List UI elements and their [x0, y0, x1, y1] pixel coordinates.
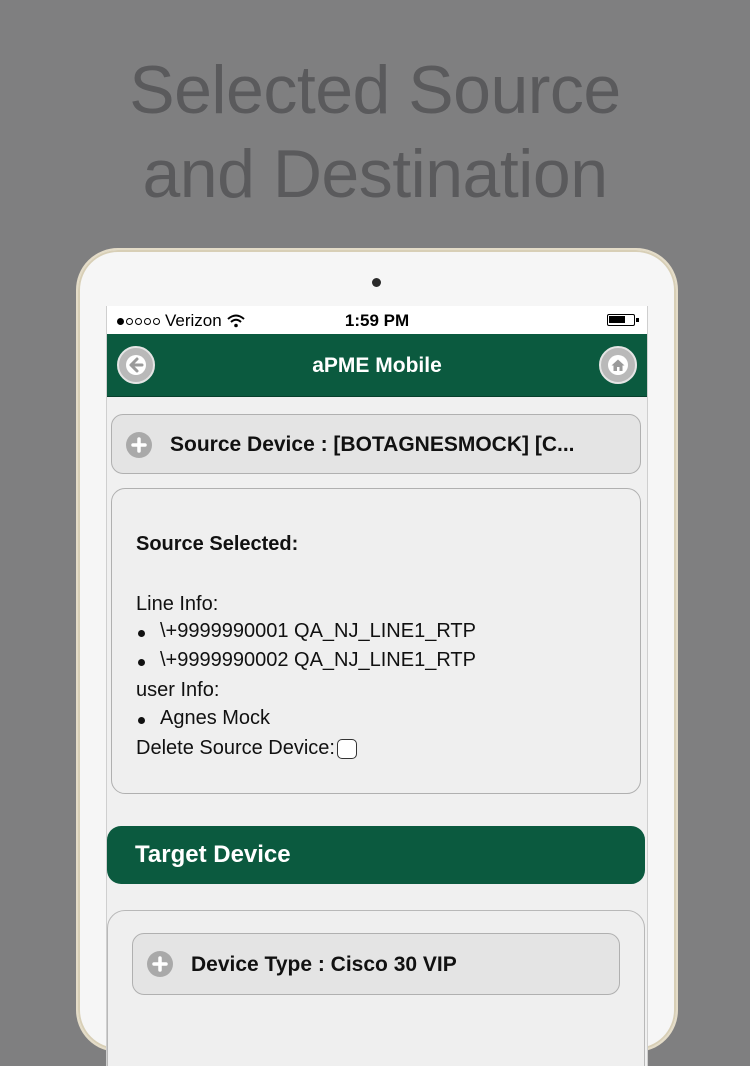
app-header: aPME Mobile [107, 334, 647, 397]
expand-plus-icon [147, 951, 173, 977]
device-type-label: Device Type : Cisco 30 VIP [191, 953, 457, 976]
list-item: \+9999990002 QA_NJ_LINE1_RTP [136, 649, 476, 678]
source-device-collapsible[interactable]: Source Device : [BOTAGNESMOCK] [C... [111, 414, 641, 474]
tablet-frame: Verizon 1:59 PM aPME Mobile Source Devic… [76, 248, 678, 1066]
app-screen: Verizon 1:59 PM aPME Mobile Source Devic… [106, 306, 648, 1066]
app-title: aPME Mobile [312, 354, 442, 377]
source-details-panel: Source Selected: Line Info: \+9999990001… [111, 488, 641, 794]
headline-line-1: Selected Source [129, 52, 621, 128]
promo-headline: Selected Source and Destination [0, 48, 750, 216]
target-device-title: Target Device [135, 841, 291, 868]
user-info-list: Agnes Mock [136, 707, 270, 736]
device-type-collapsible[interactable]: Device Type : Cisco 30 VIP [132, 933, 620, 995]
target-device-header: Target Device [107, 826, 645, 884]
delete-source-row: Delete Source Device: [136, 737, 357, 760]
user-info-label: user Info: [136, 679, 220, 701]
list-item: \+9999990001 QA_NJ_LINE1_RTP [136, 620, 476, 649]
line-info-label: Line Info: [136, 593, 219, 615]
target-device-panel: Device Type : Cisco 30 VIP [107, 910, 645, 1066]
list-item: Agnes Mock [136, 707, 270, 736]
delete-source-label: Delete Source Device: [136, 737, 335, 759]
camera-dot [372, 278, 381, 287]
home-button[interactable] [599, 346, 637, 384]
source-selected-heading: Source Selected: [136, 533, 299, 555]
home-icon [608, 355, 628, 375]
expand-plus-icon [126, 432, 152, 458]
status-bar: Verizon 1:59 PM [107, 306, 647, 334]
headline-line-2: and Destination [142, 136, 608, 212]
source-device-label: Source Device : [BOTAGNESMOCK] [C... [170, 433, 575, 456]
line-info-list: \+9999990001 QA_NJ_LINE1_RTP \+999999000… [136, 620, 476, 678]
battery-icon [607, 314, 639, 326]
delete-source-checkbox[interactable] [336, 738, 357, 759]
status-time: 1:59 PM [344, 311, 410, 330]
